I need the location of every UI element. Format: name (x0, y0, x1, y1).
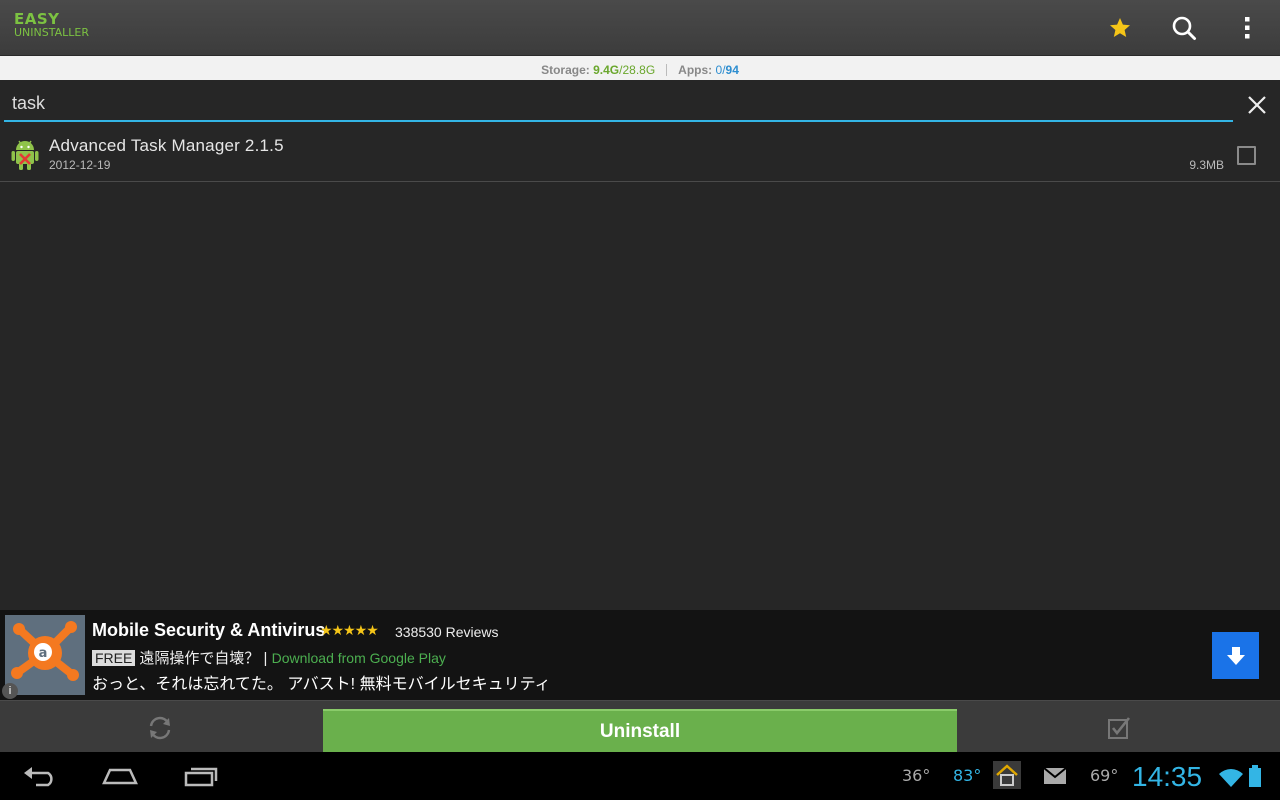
cpu-temp-status: 69° (1090, 766, 1119, 785)
svg-text:a: a (39, 646, 48, 661)
home-icon (102, 768, 138, 785)
app-date: 2012-12-19 (49, 158, 111, 172)
android-app-icon (11, 140, 39, 170)
battery-icon (1248, 765, 1262, 791)
overflow-menu-icon (1245, 17, 1250, 39)
storage-used: 9.4G (593, 62, 620, 77)
refresh-icon (149, 716, 171, 740)
apps-label: Apps: (678, 62, 713, 77)
search-bar (0, 80, 1280, 126)
recent-apps-icon (184, 767, 218, 787)
battery-level-status: 83° (953, 766, 982, 785)
ad-tagline-row: FREE 遠隔操作で自壊？ | Download from Google Play (92, 647, 446, 668)
select-all-button[interactable] (1103, 713, 1135, 743)
clock: 14:35 (1132, 761, 1203, 792)
overflow-menu-button[interactable] (1231, 12, 1263, 44)
wifi-signal-icon (1219, 769, 1243, 787)
app-size: 9.3MB (1189, 158, 1224, 172)
star-icon (1110, 18, 1130, 37)
avast-logo-graphic: a (5, 615, 85, 695)
temperature-status: 36° (902, 766, 931, 785)
action-bar: EASY UNINSTALLER (0, 0, 1280, 56)
battery-graphic (1249, 765, 1261, 787)
ad-info-icon[interactable]: i (2, 683, 18, 699)
house-icon (993, 761, 1021, 789)
storage-total: /28.8G (619, 62, 656, 77)
app-select-checkbox[interactable] (1237, 146, 1256, 165)
home-button[interactable] (90, 760, 150, 792)
free-badge: FREE (92, 650, 136, 666)
ad-description: おっと、それは忘れてた。 アバスト! 無料モバイルセキュリティ (92, 676, 551, 693)
checkbox-checked-icon (1108, 717, 1131, 739)
ad-tagline: 遠隔操作で自壊？ | (139, 650, 268, 667)
recent-apps-button[interactable] (171, 760, 231, 792)
refresh-button[interactable] (140, 713, 180, 743)
back-button[interactable] (10, 760, 70, 792)
download-arrow-icon (1226, 646, 1245, 665)
gmail-notification-icon (1043, 766, 1067, 790)
bottom-action-bar: Uninstall (0, 700, 1280, 753)
launcher-notification-icon (992, 760, 1022, 794)
apps-selected: 0 (715, 62, 723, 77)
storage-label: Storage: (541, 62, 590, 77)
apps-total: 94 (725, 62, 739, 77)
logo-line2: UNINSTALLER (14, 26, 89, 39)
back-icon (24, 767, 53, 787)
close-icon (1248, 96, 1266, 114)
ad-download-button[interactable] (1212, 632, 1259, 679)
search-button[interactable] (1168, 12, 1200, 44)
logo-line1: EASY (14, 10, 60, 28)
app-name: Advanced Task Manager 2.1.5 (49, 136, 284, 155)
uninstall-button[interactable]: Uninstall (323, 709, 957, 753)
ad-banner[interactable]: a i Mobile Security & Antivirus ★★★★★ 33… (0, 610, 1280, 700)
ad-rating-stars: ★★★★★ (320, 622, 379, 638)
clear-search-button[interactable] (1242, 90, 1272, 120)
search-icon (1172, 16, 1196, 40)
mail-icon (1043, 767, 1067, 784)
divider (666, 63, 668, 76)
ad-reviews: 338530 Reviews (395, 624, 499, 640)
wifi-icon (1218, 767, 1244, 791)
list-item[interactable]: Advanced Task Manager 2.1.5 2012-12-19 9… (0, 126, 1280, 182)
avast-logo-icon: a (5, 615, 85, 695)
app-logo: EASY UNINSTALLER (14, 10, 89, 39)
favorite-button[interactable] (1104, 12, 1136, 44)
ad-cta-link[interactable]: Download from Google Play (272, 650, 446, 666)
system-bar: 36° 83° 69° 14:35 (0, 752, 1280, 800)
search-input[interactable] (4, 86, 1233, 122)
storage-summary: Storage: 9.4G /28.8G Apps: 0/94 (0, 56, 1280, 80)
ad-title: Mobile Security & Antivirus (92, 620, 326, 640)
